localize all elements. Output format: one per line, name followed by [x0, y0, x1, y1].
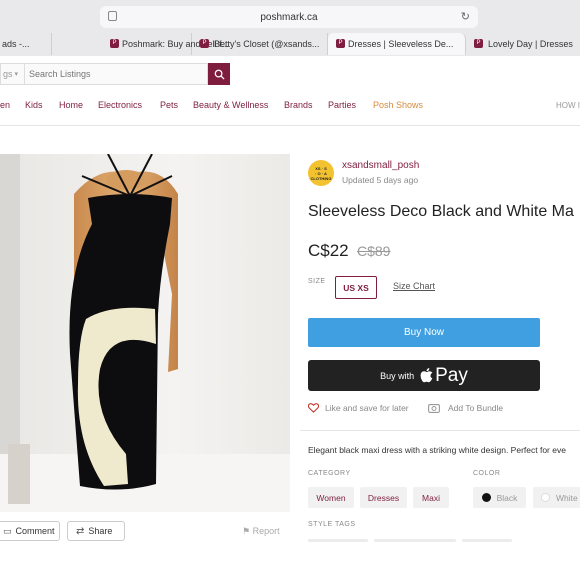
address-bar-url: poshmark.ca — [260, 11, 318, 23]
apple-pay-buy-with: Buy with — [380, 370, 415, 381]
search-button[interactable] — [208, 63, 230, 85]
nav-item-how-it-works[interactable]: HOW IT — [556, 101, 580, 110]
share-label: Share — [88, 526, 113, 536]
category-select[interactable]: gs ▾ — [0, 63, 24, 85]
category-chip-women[interactable]: Women — [308, 487, 354, 508]
nav-item-posh-shows[interactable]: Posh Shows — [373, 100, 423, 110]
flag-icon: ⚑ — [242, 526, 251, 536]
avatar-logo-text: CLOTHING — [310, 176, 332, 181]
search-bar: gs ▾ — [0, 63, 230, 85]
divider — [300, 430, 580, 431]
nav-item-parties[interactable]: Parties — [328, 100, 356, 110]
bundle-icon — [428, 404, 440, 413]
category-chip-dresses[interactable]: Dresses — [360, 487, 407, 508]
listing-price: C$22 — [308, 241, 349, 260]
comment-label: Comment — [15, 526, 55, 536]
product-photo[interactable] — [0, 154, 290, 512]
nav-item-home[interactable]: Home — [59, 100, 83, 110]
tab-strip: ads -... P Poshmark: Buy and sell f... P… — [0, 33, 580, 55]
poshmark-favicon: P — [200, 39, 209, 48]
apple-logo-icon — [420, 368, 433, 383]
like-button[interactable]: Like and save for later — [308, 403, 409, 413]
listing-description: Elegant black maxi dress with a striking… — [308, 445, 566, 455]
white-swatch — [541, 493, 550, 502]
address-bar[interactable]: poshmark.ca ↻ — [100, 6, 478, 28]
search-icon — [214, 69, 225, 80]
apple-pay-mark: Pay — [420, 365, 468, 387]
share-button[interactable]: ⇄ Share — [67, 521, 125, 541]
comment-button[interactable]: ▭ Comment — [0, 521, 60, 541]
seller-avatar[interactable]: XS · S · O · A CLOTHING — [308, 160, 334, 186]
browser-tab[interactable]: P Lovely Day | Dresses — [466, 33, 580, 55]
browser-chrome: poshmark.ca ↻ ads -... P Poshmark: Buy a… — [0, 0, 580, 56]
nav-item-women[interactable]: en — [0, 100, 10, 110]
nav-item-brands[interactable]: Brands — [284, 100, 313, 110]
seller-username[interactable]: xsandsmall_posh — [342, 160, 419, 171]
color-label: COLOR — [473, 470, 501, 477]
site-header: gs ▾ en Kids Home Electronics Pets Beaut… — [0, 56, 580, 126]
nav-item-kids[interactable]: Kids — [25, 100, 43, 110]
page-icon — [108, 11, 117, 21]
browser-tab[interactable]: P Poshmark: Buy and sell f... — [52, 33, 229, 55]
nav-item-beauty[interactable]: Beauty & Wellness — [193, 100, 268, 110]
poshmark-favicon: P — [110, 39, 119, 48]
comment-icon: ▭ — [3, 525, 12, 536]
color-name: Black — [496, 492, 518, 503]
add-to-bundle-button[interactable]: Add To Bundle — [428, 403, 503, 413]
listing-title: Sleeveless Deco Black and White Ma — [308, 203, 574, 220]
like-label: Like and save for later — [325, 403, 409, 413]
bundle-label: Add To Bundle — [448, 403, 504, 413]
tab-label: Dresses | Sleeveless De... — [348, 39, 454, 49]
reload-icon[interactable]: ↻ — [461, 10, 470, 23]
style-tag[interactable] — [374, 539, 456, 542]
category-select-value: gs — [3, 69, 13, 79]
poshmark-favicon: P — [336, 39, 345, 48]
poshmark-favicon: P — [474, 39, 483, 48]
tab-label: Lovely Day | Dresses — [488, 39, 573, 49]
report-label: Report — [252, 526, 280, 536]
nav-item-electronics[interactable]: Electronics — [98, 100, 142, 110]
black-swatch — [481, 493, 491, 502]
color-chip-white[interactable]: White — [533, 487, 580, 508]
nav-item-pets[interactable]: Pets — [160, 100, 178, 110]
color-name: White — [556, 492, 578, 503]
style-tag[interactable] — [462, 539, 512, 542]
color-chip-black[interactable]: Black — [473, 487, 526, 508]
size-chip[interactable]: US XS — [335, 276, 377, 299]
size-label: SIZE — [308, 278, 326, 285]
tab-label: Betty's Closet (@xsands... — [214, 39, 320, 49]
buy-now-button[interactable]: Buy Now — [308, 318, 540, 347]
style-tag[interactable] — [308, 539, 368, 542]
updated-time: Updated 5 days ago — [342, 175, 419, 185]
report-link[interactable]: ⚑ Report — [242, 526, 280, 537]
original-price: C$89 — [357, 243, 391, 259]
category-label: CATEGORY — [308, 470, 351, 477]
chevron-down-icon: ▾ — [14, 71, 19, 78]
browser-tab-active[interactable]: P Dresses | Sleeveless De... — [328, 33, 466, 55]
browser-tab[interactable]: ads -... — [0, 33, 52, 55]
category-chip-maxi[interactable]: Maxi — [413, 487, 449, 508]
share-icon: ⇄ — [76, 525, 85, 537]
style-tags-label: STYLE TAGS — [308, 521, 356, 528]
apple-pay-button[interactable]: Buy with Pay — [308, 360, 540, 391]
heart-icon — [308, 403, 319, 413]
dress-photo — [0, 154, 290, 512]
apple-pay-label: Pay — [435, 364, 468, 386]
search-input[interactable] — [24, 63, 208, 85]
tab-label: ads -... — [2, 39, 30, 49]
browser-tab[interactable]: P Betty's Closet (@xsands... — [192, 33, 328, 55]
size-chart-link[interactable]: Size Chart — [393, 281, 435, 291]
